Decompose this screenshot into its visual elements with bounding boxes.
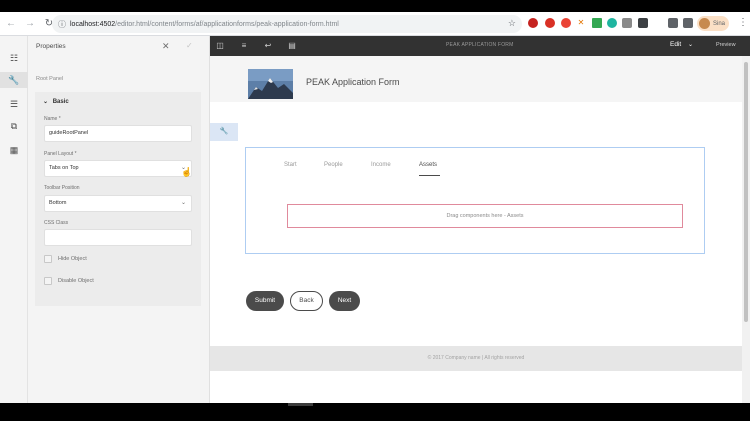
name-field[interactable]: guideRootPanel <box>44 125 192 142</box>
editor-toolbar: ◫ ≡ ↩ ▤ PEAK APPLICATION FORM Edit ⌄ Pre… <box>210 36 750 56</box>
properties-title: Properties <box>36 42 66 50</box>
wrench-icon[interactable]: 🔧 <box>0 72 28 88</box>
back-arrow-icon[interactable]: ← <box>3 16 19 32</box>
puzzle-icon[interactable] <box>683 18 693 28</box>
next-button[interactable]: Next <box>329 291 360 311</box>
editor-title: PEAK APPLICATION FORM <box>446 42 514 48</box>
video-progress-handle <box>288 403 313 406</box>
layers-icon[interactable]: ☷ <box>6 50 22 66</box>
drop-zone[interactable]: Drag components here - Assets <box>287 204 683 228</box>
root-panel[interactable]: Start People Income Assets Drag componen… <box>245 147 705 254</box>
mode-select[interactable]: Edit <box>670 41 681 48</box>
wrench-icon[interactable]: 🔧 <box>210 123 238 141</box>
toolbar-value: Bottom <box>49 200 67 206</box>
scrollbar-thumb[interactable] <box>744 62 748 322</box>
properties-subtitle: Root Panel <box>36 76 64 82</box>
form-canvas: PEAK Application Form 🔧 Start People Inc… <box>210 56 742 403</box>
video-frame: ← → ↻ ⓘ localhost:4502 /editor.html/cont… <box>0 0 750 421</box>
css-field[interactable] <box>44 229 192 246</box>
page-info-icon[interactable]: ▤ <box>286 40 298 52</box>
bookmark-star-icon[interactable]: ☆ <box>508 18 516 29</box>
ext-2[interactable] <box>545 18 555 28</box>
layout-value: Tabs on Top <box>49 165 79 171</box>
disable-label: Disable Object <box>58 278 94 284</box>
toolbar-select[interactable]: Bottom ⌄ <box>44 195 192 212</box>
ext-9[interactable] <box>668 18 678 28</box>
ext-5[interactable] <box>592 18 602 28</box>
profile-name: Sina <box>713 20 726 27</box>
side-rail: ☷ 🔧 ☰ ⧉ ▦ <box>0 36 28 403</box>
layout-label: Panel Layout * <box>44 151 77 157</box>
css-label: CSS Class <box>44 220 69 226</box>
name-label: Name * <box>44 116 61 122</box>
browser-toolbar: ← → ↻ ⓘ localhost:4502 /editor.html/cont… <box>0 12 750 36</box>
browser-window: ← → ↻ ⓘ localhost:4502 /editor.html/cont… <box>0 12 750 403</box>
chevron-down-icon: ⌄ <box>180 200 186 206</box>
tree-icon[interactable]: ☰ <box>6 96 22 112</box>
properties-panel: Properties ✕ ✓ Root Panel ⌄ Basic Name *… <box>28 36 210 403</box>
back-button[interactable]: Back <box>290 291 323 311</box>
footer-text: © 2017 Company name | All rights reserve… <box>427 355 525 361</box>
disable-checkbox[interactable] <box>44 277 52 285</box>
menu-kebab-icon[interactable]: ⋮ <box>738 17 748 28</box>
toolbar-label: Toolbar Position <box>44 185 80 191</box>
assets-icon[interactable]: ▦ <box>6 142 22 158</box>
preview-button[interactable]: Preview <box>716 42 736 48</box>
info-icon[interactable]: ⓘ <box>58 19 66 30</box>
drop-zone-text: Drag components here - Assets <box>446 213 524 219</box>
tab-people[interactable]: People <box>324 162 343 168</box>
url-path: /editor.html/content/forms/af/applicatio… <box>115 20 339 28</box>
active-tab-indicator <box>419 175 440 176</box>
section-toggle[interactable]: ⌄ Basic <box>43 98 69 105</box>
ext-3[interactable] <box>561 18 571 28</box>
chevron-down-icon[interactable]: ⌄ <box>688 41 693 48</box>
form-title: PEAK Application Form <box>306 77 400 87</box>
hide-label: Hide Object <box>58 256 87 262</box>
editor-area: ◫ ≡ ↩ ▤ PEAK APPLICATION FORM Edit ⌄ Pre… <box>210 36 750 403</box>
mouse-cursor-icon: ☝ <box>181 167 193 177</box>
ext-1[interactable] <box>528 18 538 28</box>
scrollbar[interactable] <box>742 56 750 403</box>
ext-6[interactable] <box>607 18 617 28</box>
logo-image <box>248 69 293 99</box>
close-icon[interactable]: ✕ <box>162 41 170 52</box>
undo-icon[interactable]: ↩ <box>262 40 274 52</box>
ext-4[interactable]: ✕ <box>576 18 586 28</box>
check-icon[interactable]: ✓ <box>186 41 193 50</box>
settings-icon[interactable]: ≡ <box>238 40 250 52</box>
hide-checkbox[interactable] <box>44 255 52 263</box>
url-host: localhost:4502 <box>70 20 116 28</box>
ext-7[interactable] <box>622 18 632 28</box>
hide-row[interactable]: Hide Object <box>44 255 87 263</box>
tab-assets[interactable]: Assets <box>419 162 437 168</box>
section-title: Basic <box>52 99 69 105</box>
name-value: guideRootPanel <box>49 130 89 136</box>
avatar <box>699 18 710 29</box>
tab-income[interactable]: Income <box>371 162 391 168</box>
basic-section: ⌄ Basic Name * guideRootPanel Panel Layo… <box>35 92 201 306</box>
properties-header: Properties ✕ ✓ <box>28 36 210 56</box>
forward-arrow-icon[interactable]: → <box>22 16 38 32</box>
profile-chip[interactable]: Sina <box>697 16 729 31</box>
side-panel-icon[interactable]: ◫ <box>214 40 226 52</box>
submit-button[interactable]: Submit <box>246 291 284 311</box>
address-bar[interactable]: ⓘ localhost:4502 /editor.html/content/fo… <box>52 15 522 33</box>
layout-select[interactable]: Tabs on Top ⌄ <box>44 160 192 177</box>
form-footer: © 2017 Company name | All rights reserve… <box>210 346 742 371</box>
copy-icon[interactable]: ⧉ <box>6 118 22 134</box>
ext-8[interactable] <box>638 18 648 28</box>
tab-start[interactable]: Start <box>284 162 297 168</box>
chevron-down-icon: ⌄ <box>43 99 49 105</box>
disable-row[interactable]: Disable Object <box>44 277 94 285</box>
form-header: PEAK Application Form <box>210 56 742 102</box>
